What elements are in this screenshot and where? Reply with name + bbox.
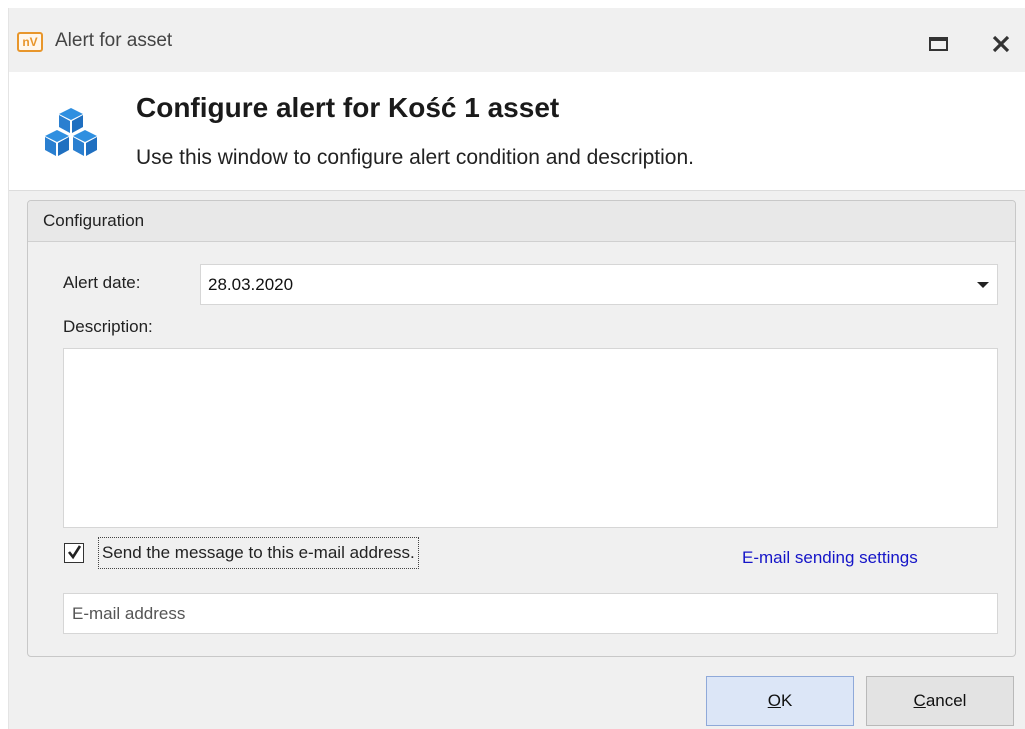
configuration-group-header: Configuration (28, 201, 1015, 242)
description-textarea[interactable] (63, 348, 998, 528)
ok-mnemonic: O (767, 691, 781, 710)
checkmark-icon (67, 545, 82, 560)
maximize-icon (929, 37, 948, 51)
configuration-title: Configuration (43, 211, 145, 230)
send-email-label[interactable]: Send the message to this e-mail address. (98, 537, 419, 569)
ok-label-rest: K (780, 691, 793, 710)
chevron-down-icon[interactable] (977, 282, 989, 288)
description-label: Description: (63, 317, 153, 336)
alert-dialog: nV Alert for asset Configure alert for K… (8, 8, 1025, 729)
cancel-label-rest: ancel (925, 691, 967, 710)
ok-button[interactable]: OK (706, 676, 854, 726)
send-email-checkbox[interactable] (64, 543, 84, 563)
cancel-button[interactable]: Cancel (866, 676, 1014, 726)
email-address-input[interactable] (63, 593, 998, 634)
app-logo: nV (17, 32, 43, 52)
email-settings-link[interactable]: E-mail sending settings (742, 548, 918, 568)
close-icon (992, 35, 1010, 53)
close-button[interactable] (983, 28, 1017, 58)
maximize-button[interactable] (921, 28, 955, 58)
title-bar: nV Alert for asset (9, 8, 1025, 72)
window-title: Alert for asset (55, 30, 173, 51)
alert-date-label: Alert date: (63, 273, 141, 292)
cubes-icon (45, 108, 97, 156)
alert-date-value: 28.03.2020 (208, 275, 294, 294)
alert-date-picker[interactable]: 28.03.2020 (200, 264, 998, 305)
dialog-subheading: Use this window to configure alert condi… (136, 146, 694, 169)
dialog-heading: Configure alert for Kość 1 asset (136, 92, 560, 123)
cancel-mnemonic: C (913, 691, 926, 710)
configuration-group: Configuration Alert date: 28.03.2020 Des… (27, 200, 1016, 657)
header-panel: Configure alert for Kość 1 asset Use thi… (9, 72, 1025, 191)
